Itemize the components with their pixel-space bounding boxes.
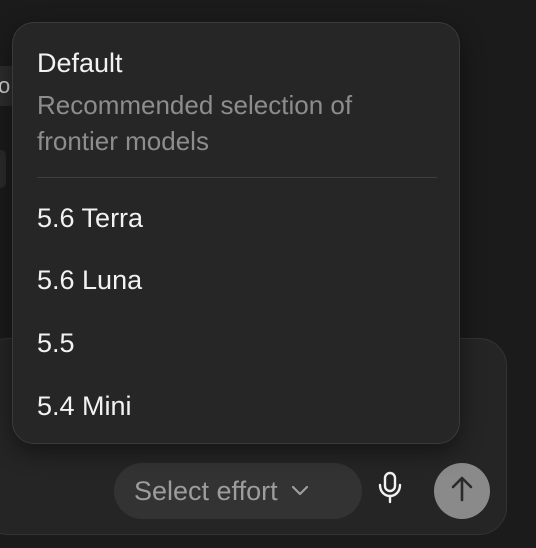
- menu-option-5-5[interactable]: 5.5: [13, 315, 459, 371]
- menu-divider: [37, 177, 437, 178]
- menu-option-label: 5.6 Terra: [37, 202, 144, 233]
- app-stage: o Select effort Default Recommended sele…: [0, 0, 536, 548]
- menu-option-5-4-mini[interactable]: 5.4 Mini: [13, 378, 459, 434]
- menu-option-default[interactable]: Default Recommended selection of frontie…: [13, 23, 459, 173]
- menu-option-default-title: Default: [37, 48, 123, 78]
- menu-option-5-6-terra[interactable]: 5.6 Terra: [13, 190, 459, 246]
- menu-option-default-description: Recommended selection of frontier models: [37, 90, 353, 156]
- microphone-button[interactable]: [372, 468, 408, 512]
- background-fragment-text: o: [0, 73, 11, 98]
- microphone-icon: [377, 471, 403, 510]
- menu-option-label: 5.5: [37, 327, 75, 358]
- menu-option-label: 5.6 Luna: [37, 264, 143, 295]
- send-button[interactable]: [434, 463, 490, 519]
- select-effort-button[interactable]: Select effort: [114, 463, 362, 519]
- menu-option-5-6-luna[interactable]: 5.6 Luna: [13, 252, 459, 308]
- model-dropdown-menu: Default Recommended selection of frontie…: [12, 22, 460, 444]
- select-effort-label: Select effort: [134, 475, 278, 506]
- background-fragment-edge: [0, 150, 6, 188]
- chevron-down-icon: [290, 485, 310, 497]
- arrow-up-icon: [450, 475, 474, 508]
- menu-option-label: 5.4 Mini: [37, 390, 132, 421]
